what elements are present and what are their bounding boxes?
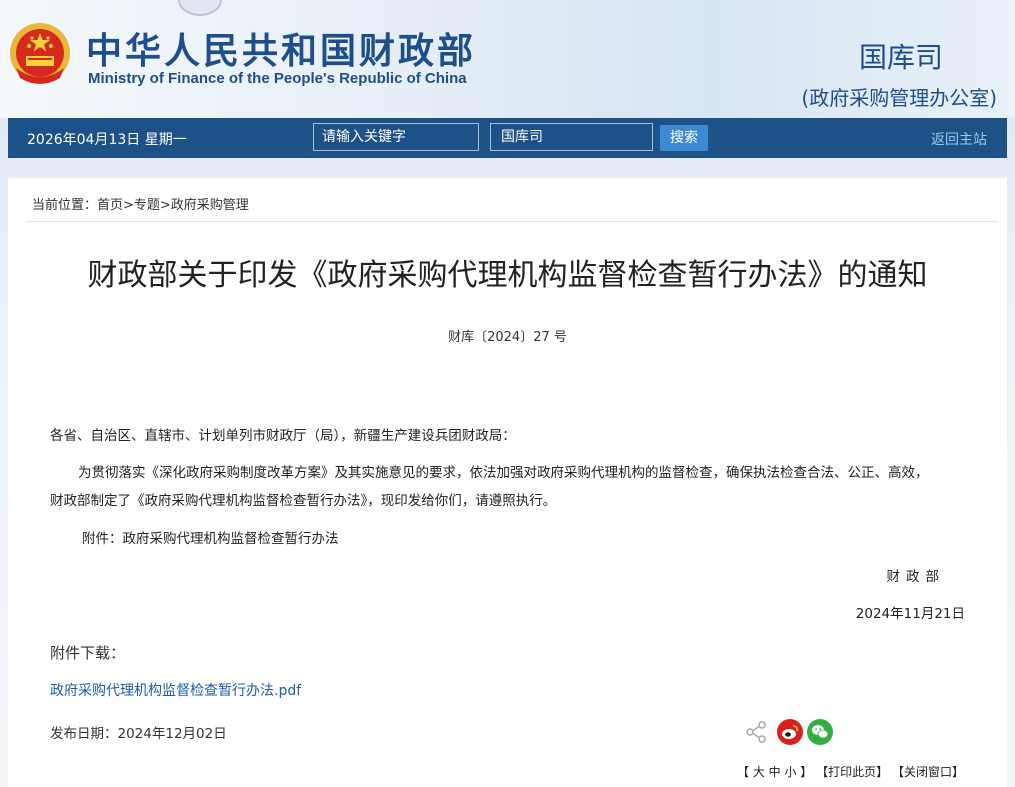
avatar	[178, 0, 222, 16]
signature: 财政部	[886, 569, 945, 585]
site-header: 中华人民共和国财政部 Ministry of Finance of the Pe…	[0, 0, 1015, 118]
nav-bar: 2026年04月13日 星期一 国库司 搜索 返回主站	[8, 118, 1007, 158]
site-title-en: Ministry of Finance of the People's Repu…	[88, 70, 467, 87]
return-home-link[interactable]: 返回主站	[931, 129, 987, 149]
salutation: 各省、自治区、直辖市、计划单列市财政厅（局），新疆生产建设兵团财政局：	[50, 428, 516, 444]
national-emblem-icon	[10, 23, 70, 84]
print-page-button[interactable]: 【打印此页】	[816, 765, 888, 779]
attachment-note: 附件：政府采购代理机构监督检查暂行办法	[82, 531, 339, 547]
search-button[interactable]: 搜索	[660, 125, 708, 151]
breadcrumb[interactable]: 当前位置：首页>专题>政府采购管理	[32, 194, 249, 213]
signature-date: 2024年11月21日	[855, 606, 965, 622]
weibo-icon[interactable]	[777, 719, 803, 745]
page-tools: 【 大 中 小 】 【打印此页】 【关闭窗口】	[737, 763, 964, 780]
main-content: 当前位置：首页>专题>政府采购管理 财政部关于印发《政府采购代理机构监督检查暂行…	[8, 178, 1007, 787]
font-size-toggle[interactable]: 【 大 中 小 】	[737, 765, 812, 779]
attachments-label: 附件下载：	[50, 644, 126, 662]
publish-date: 发布日期：2024年12月02日	[50, 726, 227, 742]
wechat-icon[interactable]	[807, 719, 833, 745]
body-paragraph-line-2: 财政部制定了《政府采购代理机构监督检查暂行办法》，现印发给你们，请遵照执行。	[50, 493, 557, 509]
attachment-download-link[interactable]: 政府采购代理机构监督检查暂行办法.pdf	[50, 680, 301, 700]
department-subtitle: (政府采购管理办公室)	[801, 86, 997, 110]
close-window-button[interactable]: 【关闭窗口】	[892, 765, 964, 779]
department-name: 国库司	[858, 41, 943, 74]
search-scope-field[interactable]: 国库司	[490, 123, 653, 151]
divider	[26, 221, 998, 222]
site-title-cn: 中华人民共和国财政部	[86, 31, 477, 72]
body-paragraph-line-1: 为贯彻落实《深化政府采购制度改革方案》及其实施意见的要求，依法加强对政府采购代理…	[78, 465, 929, 481]
document-number: 财库〔2024〕27 号	[448, 330, 567, 345]
search-input[interactable]	[313, 123, 479, 151]
page-title: 财政部关于印发《政府采购代理机构监督检查暂行办法》的通知	[87, 258, 928, 293]
current-date: 2026年04月13日 星期一	[27, 132, 187, 148]
share-icon[interactable]	[744, 720, 768, 744]
